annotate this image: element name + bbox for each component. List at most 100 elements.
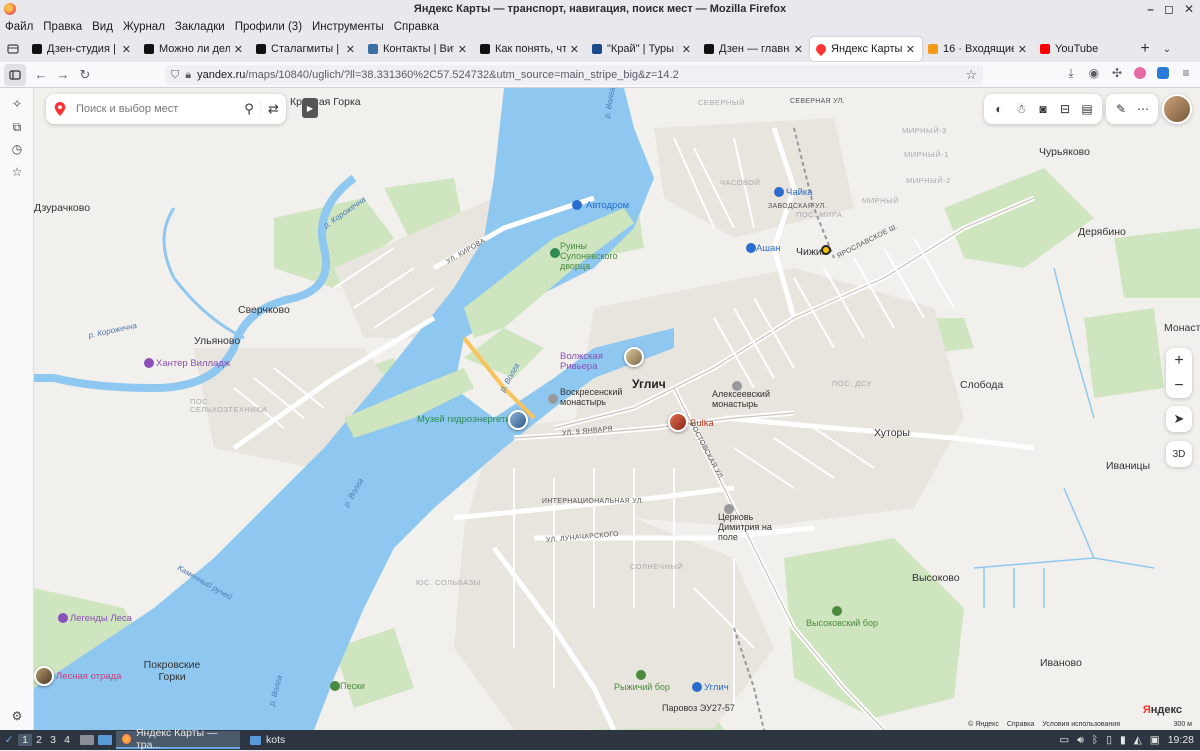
notes-icon[interactable]: ▯	[1106, 734, 1112, 746]
map-label-tserkov[interactable]: Церковь Димитрия на поле	[718, 512, 788, 543]
task-kots[interactable]: kots	[244, 731, 291, 749]
vysokovsky-marker-icon[interactable]	[832, 606, 842, 616]
close-window-icon[interactable]: ✕	[1184, 2, 1194, 16]
ruler-icon[interactable]: ✎	[1110, 98, 1132, 120]
map-label-volzhskaya-riviera[interactable]: Волжская Ривьера	[560, 351, 610, 373]
map-label-vysokovsky-bor[interactable]: Высоковский бор	[806, 618, 878, 628]
lesnaya-photo-marker[interactable]	[34, 666, 54, 686]
map-label-hanter[interactable]: Хантер Вилладж	[156, 358, 230, 369]
menu-file[interactable]: Файл	[4, 21, 34, 33]
map-label-khutory[interactable]: Хуторы	[874, 427, 910, 439]
map-label-monastyrskaya[interactable]: Монастырь	[1164, 322, 1200, 334]
tab-7-active[interactable]: Яндекс Карты — ✕	[810, 37, 922, 61]
tab-6[interactable]: Дзен — главная н ✕	[698, 37, 810, 61]
workspace-4[interactable]: 4	[60, 734, 74, 746]
task-firefox[interactable]: Яндекс Карты — тра...	[116, 727, 240, 751]
file-manager-icon[interactable]	[80, 735, 94, 745]
more-icon[interactable]: ⋯	[1132, 98, 1154, 120]
tab-2[interactable]: Сталагмиты | Пик ✕	[250, 37, 362, 61]
map-label-lesnaya[interactable]: Лесная отрада	[56, 671, 121, 682]
sidebar-toggle-icon[interactable]	[4, 63, 26, 86]
close-tab-icon[interactable]: ✕	[682, 43, 691, 56]
bookmarks-icon[interactable]: ☆	[9, 164, 25, 180]
alekseevsky-marker-icon[interactable]	[732, 381, 742, 391]
maximize-icon[interactable]: ◻	[1164, 2, 1174, 16]
map-label-ivanishchi[interactable]: Иваницы	[1106, 460, 1150, 472]
zoom-in-button[interactable]: +	[1174, 348, 1183, 373]
sidebar-settings-icon[interactable]: ⚙	[9, 708, 25, 724]
tab-1[interactable]: Можно ли делать ✕	[138, 37, 250, 61]
map-label-vysokovo[interactable]: Высоково	[912, 572, 960, 584]
forward-icon[interactable]: →	[52, 64, 74, 86]
show-desktop-icon[interactable]	[98, 735, 112, 745]
traffic-icon[interactable]: ▤	[1076, 98, 1098, 120]
tab-8[interactable]: 16 · Входящие — ✕	[922, 37, 1034, 61]
menu-bookmarks[interactable]: Закладки	[174, 21, 226, 33]
railway-station-marker-icon[interactable]	[692, 682, 702, 692]
reload-icon[interactable]: ↻	[74, 64, 96, 86]
list-all-tabs-icon[interactable]: ⌄	[1156, 44, 1178, 55]
menu-profiles[interactable]: Профили (3)	[234, 21, 303, 33]
back-icon[interactable]: ←	[30, 64, 52, 86]
bluetooth-icon[interactable]: ᛒ	[1092, 734, 1098, 746]
close-tab-icon[interactable]: ✕	[1018, 43, 1027, 56]
map-canvas[interactable]: Красная Горка СЕВЕРНЫЙ СЕВЕРНАЯ УЛ. Чурь…	[34, 88, 1200, 730]
power-icon[interactable]: ▣	[1150, 734, 1160, 746]
tab-5[interactable]: "Край" | Туры и эк ✕	[586, 37, 698, 61]
map-label-ruiny[interactable]: Руины Сулоневского дворца	[560, 241, 628, 272]
menu-help[interactable]: Справка	[393, 21, 440, 33]
my-location-button[interactable]: ➤	[1166, 406, 1192, 432]
app-menu-icon[interactable]: ≡	[1178, 65, 1194, 81]
files-icon[interactable]: ▮	[1120, 734, 1126, 746]
map-label-churyakovo[interactable]: Чурьяково	[1039, 146, 1090, 158]
map-label-dzurachkovo[interactable]: Дзурачково	[34, 202, 90, 214]
panorama-icon[interactable]: ☃	[1010, 98, 1032, 120]
user-avatar[interactable]	[1162, 94, 1192, 124]
close-tab-icon[interactable]: ✕	[234, 43, 243, 56]
tab-4[interactable]: Как понять, что ко ✕	[474, 37, 586, 61]
map-label-muzey[interactable]: Музей гидроэнергетики	[417, 414, 520, 425]
extensions-icon[interactable]: ✣	[1109, 65, 1125, 81]
map-label-alekseevsky[interactable]: Алексеевский монастырь	[712, 389, 786, 410]
map-label-legendy[interactable]: Легенды Леса	[70, 613, 132, 624]
tab-3[interactable]: Контакты | Витязь ✕	[362, 37, 474, 61]
minimize-icon[interactable]: –	[1147, 2, 1154, 16]
transit-icon[interactable]: ⊟	[1054, 98, 1076, 120]
route-icon[interactable]: ⇄	[260, 101, 286, 117]
copyright-text[interactable]: © Яндекс	[968, 721, 999, 728]
map-search-box[interactable]: Поиск и выбор мест ⚲ ⇄	[46, 94, 286, 124]
search-icon[interactable]: ⚲	[238, 101, 260, 117]
3d-button[interactable]: 3D	[1166, 441, 1192, 467]
ryzhichy-marker-icon[interactable]	[636, 670, 646, 680]
ruins-marker-icon[interactable]	[550, 248, 560, 258]
ashan-marker-icon[interactable]	[746, 243, 756, 253]
close-tab-icon[interactable]: ✕	[906, 43, 915, 56]
zoom-out-button[interactable]: −	[1174, 373, 1183, 398]
museum-photo-marker[interactable]	[508, 410, 528, 430]
map-label-ulyanovo[interactable]: Ульяново	[194, 335, 240, 347]
peski-marker-icon[interactable]	[330, 681, 340, 691]
synced-tabs-icon[interactable]: ⧉	[9, 119, 25, 135]
search-input[interactable]: Поиск и выбор мест	[76, 103, 238, 115]
ai-chat-icon[interactable]: ✧	[9, 96, 25, 112]
map-label-sverchkovo[interactable]: Сверчково	[238, 304, 290, 316]
close-tab-icon[interactable]: ✕	[794, 43, 803, 56]
workspace-1[interactable]: 1	[18, 734, 32, 746]
account-icon[interactable]: ◉	[1086, 65, 1102, 81]
bulka-photo-marker[interactable]	[668, 412, 688, 432]
network-icon[interactable]: ◭	[1134, 734, 1142, 746]
map-label-ivanovo[interactable]: Иваново	[1040, 657, 1082, 669]
chayka-marker-icon[interactable]	[774, 187, 784, 197]
close-tab-icon[interactable]: ✕	[346, 43, 355, 56]
lock-icon[interactable]: 🔒︎	[185, 69, 191, 82]
chizhik-marker-icon[interactable]	[821, 245, 831, 255]
workspace-2[interactable]: 2	[32, 734, 46, 746]
map-label-kr-gorka[interactable]: Красная Горка	[290, 96, 361, 108]
close-tab-icon[interactable]: ✕	[570, 43, 579, 56]
tab-0[interactable]: Дзен-студия | Пер ✕	[26, 37, 138, 61]
map-label-pokrovskie[interactable]: Покровские Горки	[142, 659, 202, 683]
collapse-panel-button[interactable]: ▶	[302, 98, 318, 118]
shield-icon[interactable]: ⛉	[171, 69, 179, 82]
legendy-marker-icon[interactable]	[58, 613, 68, 623]
riviera-photo-marker[interactable]	[624, 347, 644, 367]
